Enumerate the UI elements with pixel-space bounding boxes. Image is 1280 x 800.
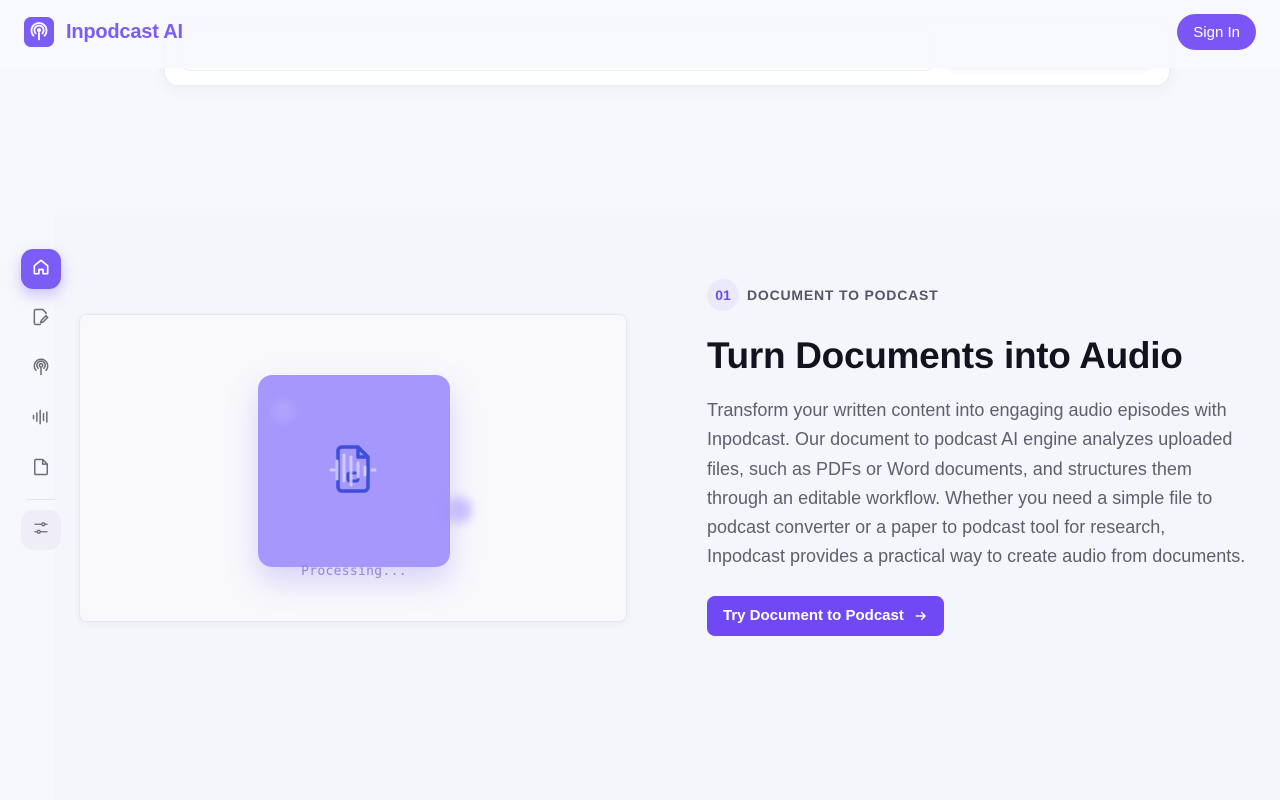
feature-description: Transform your written content into enga…	[707, 400, 1246, 567]
podcast-logo-icon	[24, 17, 54, 47]
feature-eyebrow: 01 DOCUMENT TO PODCAST	[707, 279, 1247, 311]
side-rail	[21, 249, 61, 560]
file-icon	[31, 457, 51, 482]
arrow-right-icon	[914, 609, 928, 623]
processing-illustration: Processing...	[79, 314, 627, 622]
rail-files[interactable]	[21, 449, 61, 489]
rail-settings[interactable]	[21, 510, 61, 550]
rail-audio[interactable]	[21, 399, 61, 439]
top-header: Inpodcast AI Sign In	[0, 0, 1280, 68]
edit-document-icon	[31, 307, 51, 332]
glow-dot	[271, 399, 295, 423]
processing-status: Processing...	[301, 564, 407, 579]
feature-category: DOCUMENT TO PODCAST	[747, 287, 939, 303]
brand-name: Inpodcast AI	[66, 20, 183, 43]
home-icon	[31, 257, 51, 282]
glow-dot	[446, 497, 472, 523]
rail-home[interactable]	[21, 249, 61, 289]
rail-edit[interactable]	[21, 299, 61, 339]
rail-divider	[27, 499, 55, 500]
sliders-icon	[32, 519, 50, 542]
document-audio-icon	[322, 437, 386, 506]
feature-content: 01 DOCUMENT TO PODCAST Turn Documents in…	[707, 279, 1247, 636]
feature-title: Turn Documents into Audio	[707, 335, 1183, 376]
try-document-to-podcast-button[interactable]: Try Document to Podcast	[707, 595, 944, 636]
step-badge: 01	[707, 279, 739, 311]
rail-podcast[interactable]	[21, 349, 61, 389]
podcast-icon	[31, 357, 51, 382]
brand-logo[interactable]: Inpodcast AI	[24, 17, 183, 47]
cta-label: Try Document to Podcast	[723, 607, 904, 625]
sign-in-button[interactable]: Sign In	[1177, 14, 1256, 50]
page: Inpodcast AI Sign In Processing... 01 DO…	[0, 0, 1280, 800]
waveform-icon	[31, 407, 51, 432]
